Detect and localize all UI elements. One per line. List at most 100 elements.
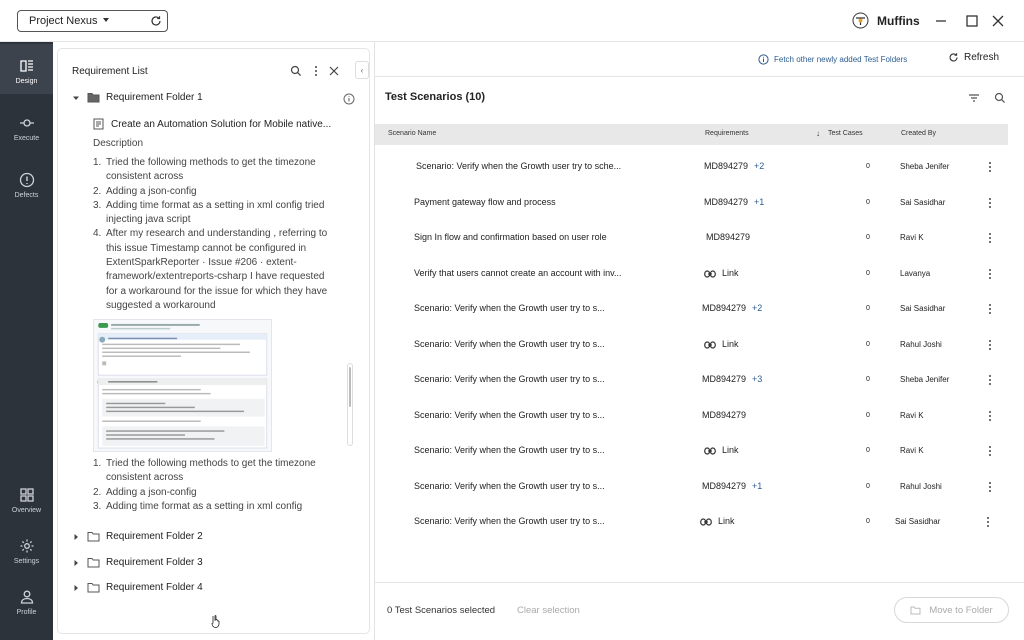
search-icon[interactable] [290, 65, 302, 77]
requirement-folder-1[interactable]: Requirement Folder 1 [71, 92, 203, 103]
requirement-cell[interactable]: MD894279 +1 [702, 469, 762, 504]
nav-item-overview[interactable]: Overview [0, 475, 53, 525]
scenario-name[interactable]: Scenario: Verify when the Growth user tr… [414, 327, 605, 362]
test-case-count: 0 [866, 163, 870, 170]
column-header-name[interactable]: Scenario Name [388, 130, 436, 137]
column-header-test-cases[interactable]: Test Cases [828, 130, 863, 137]
nav-item-execute[interactable]: Execute [0, 103, 53, 153]
chevron-right-icon[interactable] [71, 532, 81, 542]
nav-item-design[interactable]: Design [0, 44, 53, 94]
close-window-icon[interactable] [991, 14, 1005, 28]
requirement-folder-4[interactable]: Requirement Folder 4 [71, 582, 203, 593]
row-menu-icon[interactable] [988, 185, 998, 220]
requirement-id[interactable]: MD894279 [702, 398, 746, 433]
row-menu-icon[interactable] [988, 398, 998, 433]
refresh-icon[interactable] [149, 14, 163, 28]
requirement-folder-3[interactable]: Requirement Folder 3 [71, 557, 203, 568]
row-menu-icon[interactable] [988, 220, 998, 255]
requirement-cell[interactable]: Link [700, 504, 735, 539]
nav-item-settings[interactable]: Settings [0, 526, 53, 576]
link-value[interactable]: Link [704, 256, 739, 291]
filter-icon[interactable] [968, 92, 980, 104]
requirement-cell[interactable]: MD894279 +1 [704, 185, 764, 220]
more-vertical-icon[interactable] [310, 65, 322, 77]
collapse-panel-button[interactable]: ‹ [355, 61, 369, 79]
requirement-cell[interactable]: MD894279 +2 [704, 149, 764, 184]
requirement-id[interactable]: MD894279 [704, 149, 748, 184]
column-header-created-by[interactable]: Created By [901, 130, 936, 137]
requirement-cell[interactable]: MD894279 [702, 398, 746, 433]
clear-selection-link[interactable]: Clear selection [517, 605, 580, 616]
table-row[interactable]: Scenario: Verify when the Growth user tr… [375, 433, 1008, 468]
scenario-name[interactable]: Verify that users cannot create an accou… [414, 256, 621, 291]
row-menu-icon[interactable] [988, 362, 998, 397]
scenario-name[interactable]: Payment gateway flow and process [414, 185, 556, 220]
info-icon[interactable] [343, 93, 355, 105]
requirement-id[interactable]: MD894279 [702, 362, 746, 397]
table-row[interactable]: Scenario: Verify when the Growth user tr… [375, 327, 1008, 362]
table-row[interactable]: Scenario: Verify when the Growth user tr… [375, 398, 1008, 433]
scenario-name[interactable]: Scenario: Verify when the Growth user tr… [414, 291, 605, 326]
requirement-id[interactable]: MD894279 [706, 220, 750, 255]
column-header-requirements[interactable]: Requirements [705, 130, 749, 137]
scenario-name[interactable]: Scenario: Verify when the Growth user tr… [414, 362, 605, 397]
scenario-name[interactable]: Scenario: Verify when the Growth user tr… [414, 469, 605, 504]
requirement-cell[interactable]: Link [704, 256, 739, 291]
row-menu-icon[interactable] [988, 149, 998, 184]
requirement-cell[interactable]: MD894279 +2 [702, 291, 762, 326]
table-row[interactable]: Scenario: Verify when the Growth user tr… [375, 362, 1008, 397]
requirement-cell[interactable]: Link [704, 327, 739, 362]
sort-arrow-icon[interactable]: ↓ [816, 129, 820, 138]
nav-item-defects[interactable]: Defects [0, 160, 53, 210]
close-icon[interactable] [328, 65, 340, 77]
row-menu-icon[interactable] [986, 504, 996, 539]
requirement-cell[interactable]: MD894279 +3 [702, 362, 762, 397]
minimize-icon[interactable] [934, 14, 948, 28]
project-selector[interactable]: Project Nexus [17, 10, 168, 32]
maximize-icon[interactable] [965, 14, 979, 28]
more-requirements-badge[interactable]: +1 [752, 469, 762, 504]
fetch-new-folders-link[interactable]: Fetch other newly added Test Folders [758, 54, 907, 65]
row-menu-icon[interactable] [988, 291, 998, 326]
scenario-name[interactable]: Scenario: Verify when the Growth user tr… [414, 504, 605, 539]
row-menu-icon[interactable] [988, 469, 998, 504]
scrollbar[interactable] [347, 363, 353, 446]
scenario-name[interactable]: Scenario: Verify when the Growth user tr… [416, 149, 621, 184]
requirement-cell[interactable]: MD894279 [706, 220, 750, 255]
table-row[interactable]: Scenario: Verify when the Growth user tr… [375, 149, 1008, 184]
table-row[interactable]: Scenario: Verify when the Growth user tr… [375, 469, 1008, 504]
scrollbar-thumb[interactable] [349, 367, 351, 407]
refresh-button[interactable]: Refresh [948, 52, 999, 63]
table-row[interactable]: Sign In flow and confirmation based on u… [375, 220, 1008, 255]
link-value[interactable]: Link [700, 504, 735, 539]
table-row[interactable]: Payment gateway flow and process MD894279… [375, 185, 1008, 220]
scenario-name[interactable]: Sign In flow and confirmation based on u… [414, 220, 607, 255]
requirement-item[interactable]: Create an Automation Solution for Mobile… [93, 118, 348, 130]
scenario-name[interactable]: Scenario: Verify when the Growth user tr… [414, 433, 605, 468]
chevron-right-icon[interactable] [71, 583, 81, 593]
attachment-screenshot[interactable] [93, 319, 272, 452]
scenario-name[interactable]: Scenario: Verify when the Growth user tr… [414, 398, 605, 433]
table-row[interactable]: Scenario: Verify when the Growth user tr… [375, 504, 1008, 539]
chevron-down-icon[interactable] [71, 93, 81, 103]
link-value[interactable]: Link [704, 327, 739, 362]
move-to-folder-button[interactable]: Move to Folder [894, 597, 1009, 623]
requirement-id[interactable]: MD894279 [702, 291, 746, 326]
table-row[interactable]: Scenario: Verify when the Growth user tr… [375, 291, 1008, 326]
row-menu-icon[interactable] [988, 256, 998, 291]
requirement-id[interactable]: MD894279 [702, 469, 746, 504]
requirement-cell[interactable]: Link [704, 433, 739, 468]
table-row[interactable]: Verify that users cannot create an accou… [375, 256, 1008, 291]
search-icon[interactable] [994, 92, 1006, 104]
more-requirements-badge[interactable]: +2 [754, 149, 764, 184]
row-menu-icon[interactable] [988, 327, 998, 362]
more-requirements-badge[interactable]: +3 [752, 362, 762, 397]
requirement-folder-2[interactable]: Requirement Folder 2 [71, 531, 203, 542]
chevron-right-icon[interactable] [71, 558, 81, 568]
row-menu-icon[interactable] [988, 433, 998, 468]
more-requirements-badge[interactable]: +2 [752, 291, 762, 326]
requirement-id[interactable]: MD894279 [704, 185, 748, 220]
more-requirements-badge[interactable]: +1 [754, 185, 764, 220]
link-value[interactable]: Link [704, 433, 739, 468]
nav-item-profile[interactable]: Profile [0, 577, 53, 627]
